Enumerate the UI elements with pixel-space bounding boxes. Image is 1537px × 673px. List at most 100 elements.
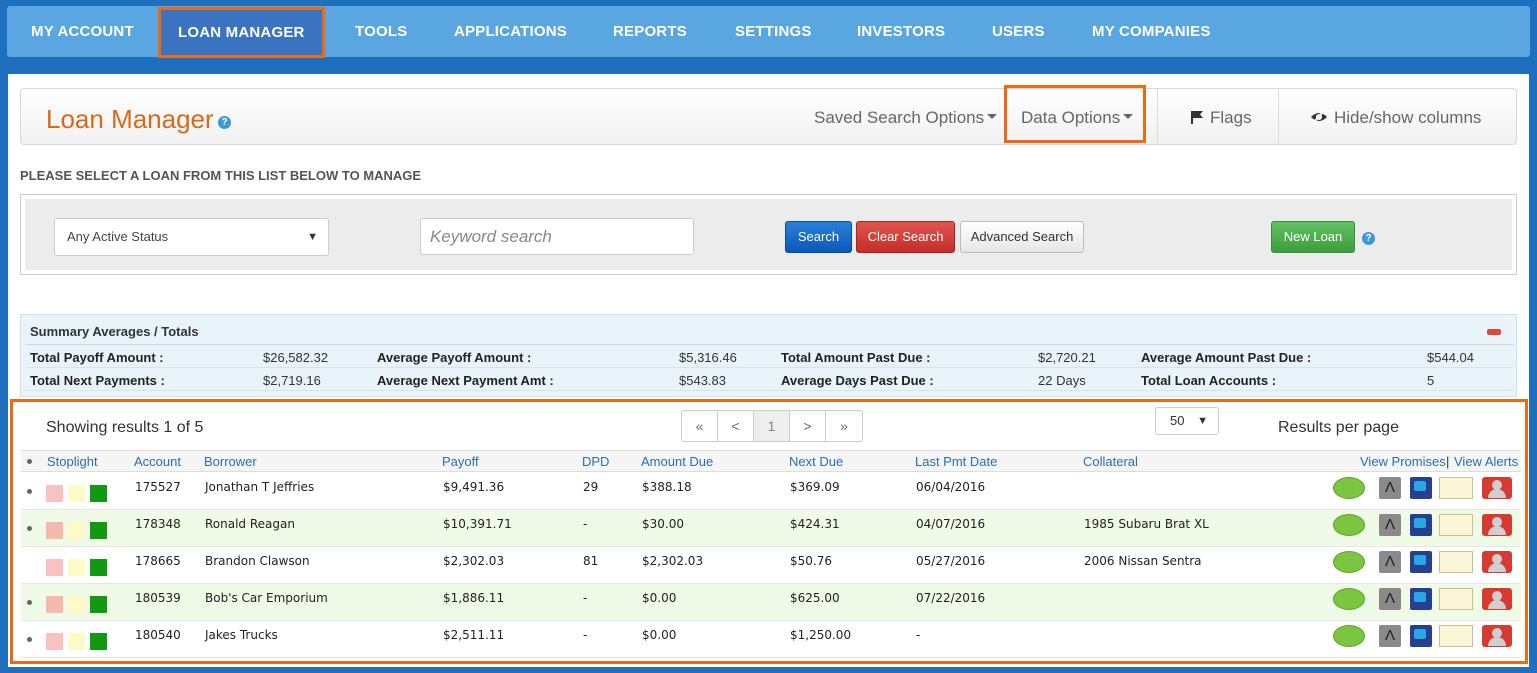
stoplight-red[interactable] xyxy=(46,596,63,613)
status-select[interactable]: Any Active Status ▼ xyxy=(54,218,329,256)
caret-down-icon xyxy=(1123,114,1133,119)
tower-icon[interactable]: Λ xyxy=(1379,477,1401,499)
mail-icon[interactable] xyxy=(1439,514,1473,536)
table-row[interactable]: 178348Ronald Reagan$10,391.71-$30.00$424… xyxy=(21,510,1521,547)
borrower-cell[interactable]: Jonathan T Jeffries xyxy=(205,480,314,494)
collapse-icon[interactable] xyxy=(1487,329,1501,335)
nav-investors[interactable]: INVESTORS xyxy=(857,6,945,57)
per-page-select[interactable]: 50 ▼ xyxy=(1155,407,1219,435)
nav-tools[interactable]: TOOLS xyxy=(355,6,407,57)
chat-icon[interactable] xyxy=(1410,551,1432,573)
col-amount-due[interactable]: Amount Due xyxy=(641,451,713,472)
pager-next[interactable]: > xyxy=(790,411,826,441)
stoplight-yellow[interactable] xyxy=(68,633,85,650)
user-icon[interactable] xyxy=(1482,514,1512,536)
nav-my-companies[interactable]: MY COMPANIES xyxy=(1092,6,1211,57)
stoplight-green[interactable] xyxy=(90,522,107,539)
borrower-cell[interactable]: Jakes Trucks xyxy=(205,628,278,642)
chat-icon[interactable] xyxy=(1410,514,1432,536)
stoplight-red[interactable] xyxy=(46,522,63,539)
stoplight-red[interactable] xyxy=(46,633,63,650)
user-icon[interactable] xyxy=(1482,477,1512,499)
comment-bubble-icon[interactable] xyxy=(1333,625,1365,647)
col-collateral[interactable]: Collateral xyxy=(1083,451,1138,472)
tower-icon[interactable]: Λ xyxy=(1379,588,1401,610)
summary-label: Average Days Past Due : xyxy=(781,373,934,388)
table-row[interactable]: 180539Bob's Car Emporium$1,886.11-$0.00$… xyxy=(21,584,1521,621)
nav-reports[interactable]: REPORTS xyxy=(613,6,687,57)
mail-icon[interactable] xyxy=(1439,625,1473,647)
table-row[interactable]: 178665Brandon Clawson$2,302.0381$2,302.0… xyxy=(21,547,1521,584)
clear-search-button[interactable]: Clear Search xyxy=(856,221,955,253)
advanced-search-button[interactable]: Advanced Search xyxy=(960,221,1084,253)
stoplight-yellow[interactable] xyxy=(68,485,85,502)
tower-icon[interactable]: Λ xyxy=(1379,514,1401,536)
borrower-cell[interactable]: Bob's Car Emporium xyxy=(205,591,328,605)
user-icon[interactable] xyxy=(1482,588,1512,610)
help-icon[interactable]: ? xyxy=(218,116,231,129)
col-borrower[interactable]: Borrower xyxy=(204,451,257,472)
borrower-cell[interactable]: Brandon Clawson xyxy=(205,554,310,568)
eye-icon xyxy=(1310,110,1328,124)
col-stoplight[interactable]: Stoplight xyxy=(47,451,98,472)
tower-icon[interactable]: Λ xyxy=(1379,551,1401,573)
comment-bubble-icon[interactable] xyxy=(1333,588,1365,610)
account-cell[interactable]: 175527 xyxy=(135,480,181,494)
nav-users[interactable]: USERS xyxy=(992,6,1045,57)
chat-icon[interactable] xyxy=(1410,588,1432,610)
mail-icon[interactable] xyxy=(1439,588,1473,610)
stoplight-yellow[interactable] xyxy=(68,522,85,539)
bullet-icon xyxy=(27,600,32,605)
nav-applications[interactable]: APPLICATIONS xyxy=(454,6,567,57)
stoplight-green[interactable] xyxy=(90,559,107,576)
stoplight-red[interactable] xyxy=(46,485,63,502)
col-dpd[interactable]: DPD xyxy=(582,451,609,472)
mail-icon[interactable] xyxy=(1439,551,1473,573)
summary-panel: Summary Averages / Totals Total Payoff A… xyxy=(20,314,1517,397)
table-row[interactable]: 180540Jakes Trucks$2,511.11-$0.00$1,250.… xyxy=(21,621,1521,658)
keyword-search-input[interactable] xyxy=(420,218,694,255)
user-icon[interactable] xyxy=(1482,625,1512,647)
view-promises-link[interactable]: View Promises xyxy=(1360,451,1446,472)
comment-bubble-icon[interactable] xyxy=(1333,551,1365,573)
stoplight-green[interactable] xyxy=(90,485,107,502)
stoplight-yellow[interactable] xyxy=(68,596,85,613)
header-divider xyxy=(1278,89,1279,144)
account-cell[interactable]: 180540 xyxy=(135,628,181,642)
comment-bubble-icon[interactable] xyxy=(1333,477,1365,499)
comment-bubble-icon[interactable] xyxy=(1333,514,1365,536)
view-alerts-link[interactable]: View Alerts xyxy=(1454,451,1518,472)
borrower-cell[interactable]: Ronald Reagan xyxy=(205,517,295,531)
pager-first[interactable]: « xyxy=(682,411,718,441)
help-icon[interactable]: ? xyxy=(1362,232,1375,245)
stoplight-green[interactable] xyxy=(90,633,107,650)
flags-button[interactable]: Flags xyxy=(1190,89,1252,144)
mail-icon[interactable] xyxy=(1439,477,1473,499)
col-next-due[interactable]: Next Due xyxy=(789,451,843,472)
col-payoff[interactable]: Payoff xyxy=(442,451,479,472)
nav-settings[interactable]: SETTINGS xyxy=(735,6,812,57)
account-cell[interactable]: 178348 xyxy=(135,517,181,531)
data-options-dropdown[interactable]: Data Options xyxy=(1021,89,1133,144)
account-cell[interactable]: 178665 xyxy=(135,554,181,568)
nav-loan-manager[interactable]: LOAN MANAGER xyxy=(158,7,325,58)
stoplight-yellow[interactable] xyxy=(68,559,85,576)
table-row[interactable]: 175527Jonathan T Jeffries$9,491.3629$388… xyxy=(21,473,1521,510)
tower-icon[interactable]: Λ xyxy=(1379,625,1401,647)
account-cell[interactable]: 180539 xyxy=(135,591,181,605)
chat-icon[interactable] xyxy=(1410,477,1432,499)
stoplight-red[interactable] xyxy=(46,559,63,576)
nav-my-account[interactable]: MY ACCOUNT xyxy=(31,6,134,57)
user-icon[interactable] xyxy=(1482,551,1512,573)
chat-icon[interactable] xyxy=(1410,625,1432,647)
col-last-pmt-date[interactable]: Last Pmt Date xyxy=(915,451,997,472)
saved-search-options-dropdown[interactable]: Saved Search Options xyxy=(814,89,997,144)
new-loan-button[interactable]: New Loan xyxy=(1271,221,1355,253)
col-account[interactable]: Account xyxy=(134,451,181,472)
search-button[interactable]: Search xyxy=(785,221,852,253)
pager-last[interactable]: » xyxy=(826,411,862,441)
stoplight-green[interactable] xyxy=(90,596,107,613)
pager-prev[interactable]: < xyxy=(718,411,754,441)
hide-show-columns-button[interactable]: Hide/show columns xyxy=(1310,89,1481,144)
pager-page-1[interactable]: 1 xyxy=(754,411,790,441)
